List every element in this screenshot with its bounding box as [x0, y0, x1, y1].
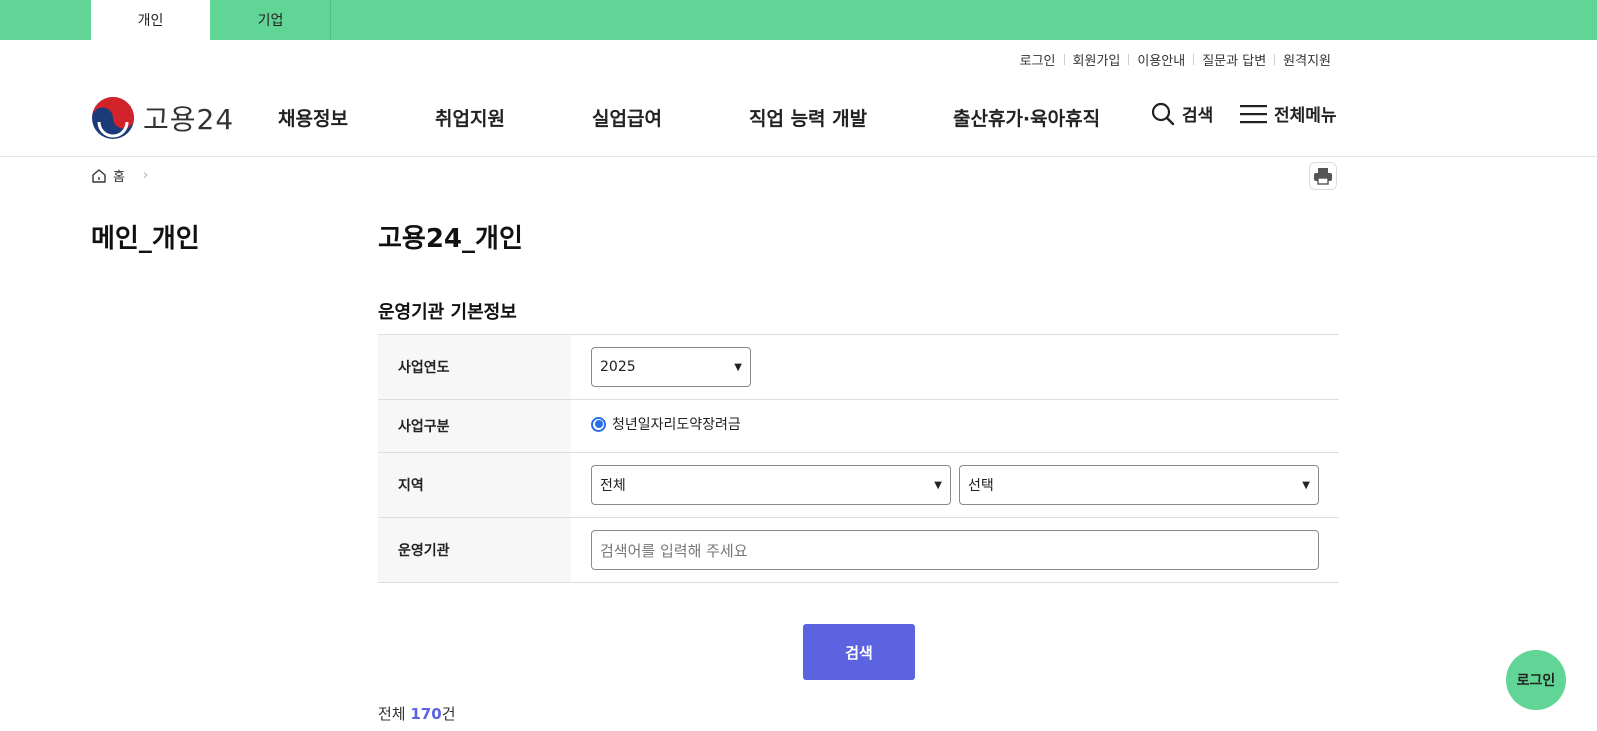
floating-login-button[interactable]: 로그인 [1506, 650, 1566, 710]
header-search-button[interactable]: 검색 [1151, 101, 1213, 126]
gnb-unemployment-benefits[interactable]: 실업급여 [592, 104, 662, 131]
tab-business[interactable]: 기업 [211, 0, 331, 40]
page-title: 고용24_개인 [378, 224, 523, 254]
taegeuk-logo-icon [92, 97, 134, 139]
gnb-employment-support[interactable]: 취업지원 [435, 104, 505, 131]
guide-link[interactable]: 이용안내 [1129, 50, 1193, 69]
qna-link[interactable]: 질문과 답변 [1194, 50, 1274, 69]
signup-link[interactable]: 회원가입 [1065, 50, 1129, 69]
search-form: 사업연도 2025 ▼ 사업구분 청년일자리도약장려금 지역 전체 ▼ 선택 ▼ [378, 334, 1339, 583]
org-label: 운영기관 [378, 518, 571, 582]
breadcrumb: 홈 › [91, 166, 148, 185]
radio-button[interactable] [591, 416, 606, 432]
form-row-region: 지역 전체 ▼ 선택 ▼ [378, 453, 1339, 518]
region-province-select[interactable]: 전체 ▼ [591, 465, 951, 505]
utility-links: 로그인 회원가입 이용안내 질문과 답변 원격지원 [1012, 50, 1339, 69]
home-icon[interactable] [91, 168, 107, 184]
section-title: 운영기관 기본정보 [378, 302, 517, 323]
search-button[interactable]: 검색 [803, 624, 915, 680]
total-count: 전체 170건 [378, 703, 456, 724]
search-icon [1151, 102, 1175, 125]
chevron-down-icon: ▼ [734, 361, 742, 373]
hamburger-icon [1240, 104, 1267, 123]
region-label: 지역 [378, 453, 571, 517]
form-row-biz-type: 사업구분 청년일자리도약장려금 [378, 400, 1339, 453]
year-label: 사업연도 [378, 335, 571, 399]
region-province-value: 전체 [600, 478, 626, 494]
search-label: 검색 [1182, 106, 1214, 126]
all-menu-button[interactable]: 전체메뉴 [1240, 101, 1337, 126]
year-select[interactable]: 2025 ▼ [591, 347, 751, 387]
total-prefix: 전체 [378, 705, 411, 723]
biz-type-radio-option[interactable]: 청년일자리도약장려금 [591, 414, 741, 434]
top-tab-bar: 개인 기업 [0, 0, 1597, 40]
radio-dot [594, 420, 603, 428]
side-title: 메인_개인 [91, 224, 200, 254]
total-suffix: 건 [441, 705, 456, 723]
remote-support-link[interactable]: 원격지원 [1275, 50, 1339, 69]
total-number: 170 [410, 705, 442, 723]
biz-type-label: 사업구분 [378, 400, 571, 452]
year-value: 2025 [600, 359, 636, 375]
logo-text: 고용24 [143, 103, 235, 136]
print-button[interactable] [1309, 162, 1337, 190]
chevron-right-icon: › [142, 168, 149, 183]
gnb-vocational-training[interactable]: 직업 능력 개발 [749, 104, 867, 131]
printer-icon [1314, 168, 1332, 185]
form-row-year: 사업연도 2025 ▼ [378, 335, 1339, 400]
login-link[interactable]: 로그인 [1012, 50, 1064, 69]
org-search-input[interactable]: 검색어를 입력해 주세요 [591, 530, 1319, 570]
tab-individual[interactable]: 개인 [91, 0, 210, 40]
gnb-parental-leave[interactable]: 출산휴가·육아휴직 [953, 104, 1100, 131]
all-menu-label: 전체메뉴 [1274, 106, 1337, 126]
chevron-down-icon: ▼ [934, 479, 942, 491]
breadcrumb-home[interactable]: 홈 [113, 166, 125, 185]
site-logo[interactable]: 고용24 [91, 96, 234, 140]
chevron-down-icon: ▼ [1302, 479, 1310, 491]
form-row-org: 운영기관 검색어를 입력해 주세요 [378, 518, 1339, 583]
region-city-select[interactable]: 선택 ▼ [959, 465, 1319, 505]
gnb-jobs[interactable]: 채용정보 [278, 104, 348, 131]
biz-type-option-label: 청년일자리도약장려금 [612, 417, 741, 433]
header: 고용24 채용정보 취업지원 실업급여 직업 능력 개발 출산휴가·육아휴직 검… [0, 78, 1597, 157]
region-city-value: 선택 [968, 478, 994, 494]
